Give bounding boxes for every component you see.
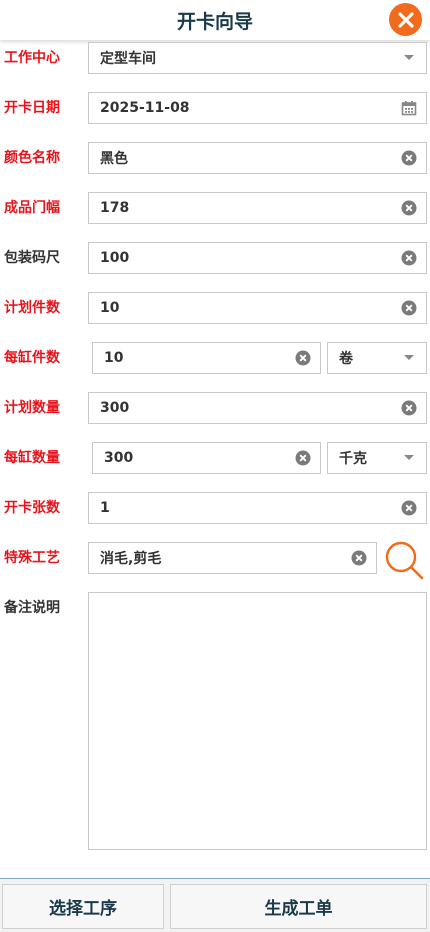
generate-order-button[interactable]: 生成工单 (170, 884, 427, 929)
special-process-value: 消毛,剪毛 (100, 551, 162, 567)
row-color-name: 颜色名称 黑色 (0, 142, 430, 174)
pack-size-input[interactable]: 100 (88, 242, 427, 274)
work-center-select[interactable]: 定型车间 (88, 42, 427, 74)
color-name-label: 颜色名称 (4, 150, 60, 166)
per-vat-pieces-unit-select[interactable]: 卷 (327, 342, 427, 374)
clear-icon[interactable] (292, 447, 314, 469)
open-date-label: 开卡日期 (4, 100, 60, 116)
remarks-label: 备注说明 (4, 600, 60, 616)
color-name-input[interactable]: 黑色 (88, 142, 427, 174)
card-count-value: 1 (100, 500, 110, 516)
row-per-vat-qty: 每缸数量 300 千克 (0, 442, 430, 474)
plan-pieces-value: 10 (100, 300, 120, 316)
remarks-textarea[interactable] (88, 592, 427, 850)
plan-pieces-input[interactable]: 10 (88, 292, 427, 324)
color-name-value: 黑色 (100, 151, 128, 167)
per-vat-pieces-input[interactable]: 10 (92, 342, 321, 374)
card-count-input[interactable]: 1 (88, 492, 427, 524)
row-open-date: 开卡日期 2025-11-08 (0, 92, 430, 124)
pack-size-label: 包装码尺 (4, 250, 60, 266)
select-process-button[interactable]: 选择工序 (2, 884, 164, 929)
clear-icon[interactable] (398, 497, 420, 519)
pack-size-value: 100 (100, 250, 130, 266)
work-center-value: 定型车间 (100, 51, 156, 67)
per-vat-qty-unit-select[interactable]: 千克 (327, 442, 427, 474)
per-vat-pieces-unit: 卷 (339, 351, 353, 367)
row-plan-pieces: 计划件数 10 (0, 292, 430, 324)
search-icon (385, 541, 424, 580)
row-width: 成品门幅 178 (0, 192, 430, 224)
calendar-icon[interactable] (398, 97, 420, 119)
per-vat-pieces-label: 每缸件数 (4, 350, 60, 366)
per-vat-qty-input[interactable]: 300 (92, 442, 321, 474)
plan-qty-input[interactable]: 300 (88, 392, 427, 424)
per-vat-qty-unit: 千克 (339, 451, 367, 467)
footer-bar: 选择工序 生成工单 (0, 878, 430, 932)
clear-icon[interactable] (292, 347, 314, 369)
card-count-label: 开卡张数 (4, 500, 60, 516)
chevron-down-icon (398, 47, 420, 69)
open-date-value: 2025-11-08 (100, 100, 190, 116)
width-value: 178 (100, 200, 130, 216)
row-plan-qty: 计划数量 300 (0, 392, 430, 424)
plan-qty-label: 计划数量 (4, 400, 60, 416)
row-per-vat-pieces: 每缸件数 10 卷 (0, 342, 430, 374)
close-icon (397, 11, 414, 28)
special-process-label: 特殊工艺 (4, 550, 60, 566)
search-button[interactable] (384, 540, 426, 582)
per-vat-qty-label: 每缸数量 (4, 450, 60, 466)
clear-icon[interactable] (348, 547, 370, 569)
width-label: 成品门幅 (4, 200, 60, 216)
per-vat-pieces-value: 10 (104, 350, 124, 366)
clear-icon[interactable] (398, 397, 420, 419)
clear-icon[interactable] (398, 297, 420, 319)
page-title: 开卡向导 (176, 10, 253, 33)
chevron-down-icon (398, 347, 420, 369)
clear-icon[interactable] (398, 247, 420, 269)
clear-icon[interactable] (398, 147, 420, 169)
row-work-center: 工作中心 定型车间 (0, 42, 430, 74)
plan-qty-value: 300 (100, 400, 130, 416)
special-process-input[interactable]: 消毛,剪毛 (88, 542, 377, 574)
plan-pieces-label: 计划件数 (4, 300, 60, 316)
work-center-label: 工作中心 (4, 50, 60, 66)
width-input[interactable]: 178 (88, 192, 427, 224)
clear-icon[interactable] (398, 197, 420, 219)
row-special-process: 特殊工艺 消毛,剪毛 (0, 541, 430, 580)
per-vat-qty-value: 300 (104, 450, 134, 466)
header-bar: 开卡向导 (0, 0, 430, 40)
row-card-count: 开卡张数 1 (0, 492, 430, 524)
chevron-down-icon (398, 447, 420, 469)
open-date-field[interactable]: 2025-11-08 (88, 92, 427, 124)
row-pack-size: 包装码尺 100 (0, 242, 430, 274)
close-button[interactable] (389, 3, 422, 36)
